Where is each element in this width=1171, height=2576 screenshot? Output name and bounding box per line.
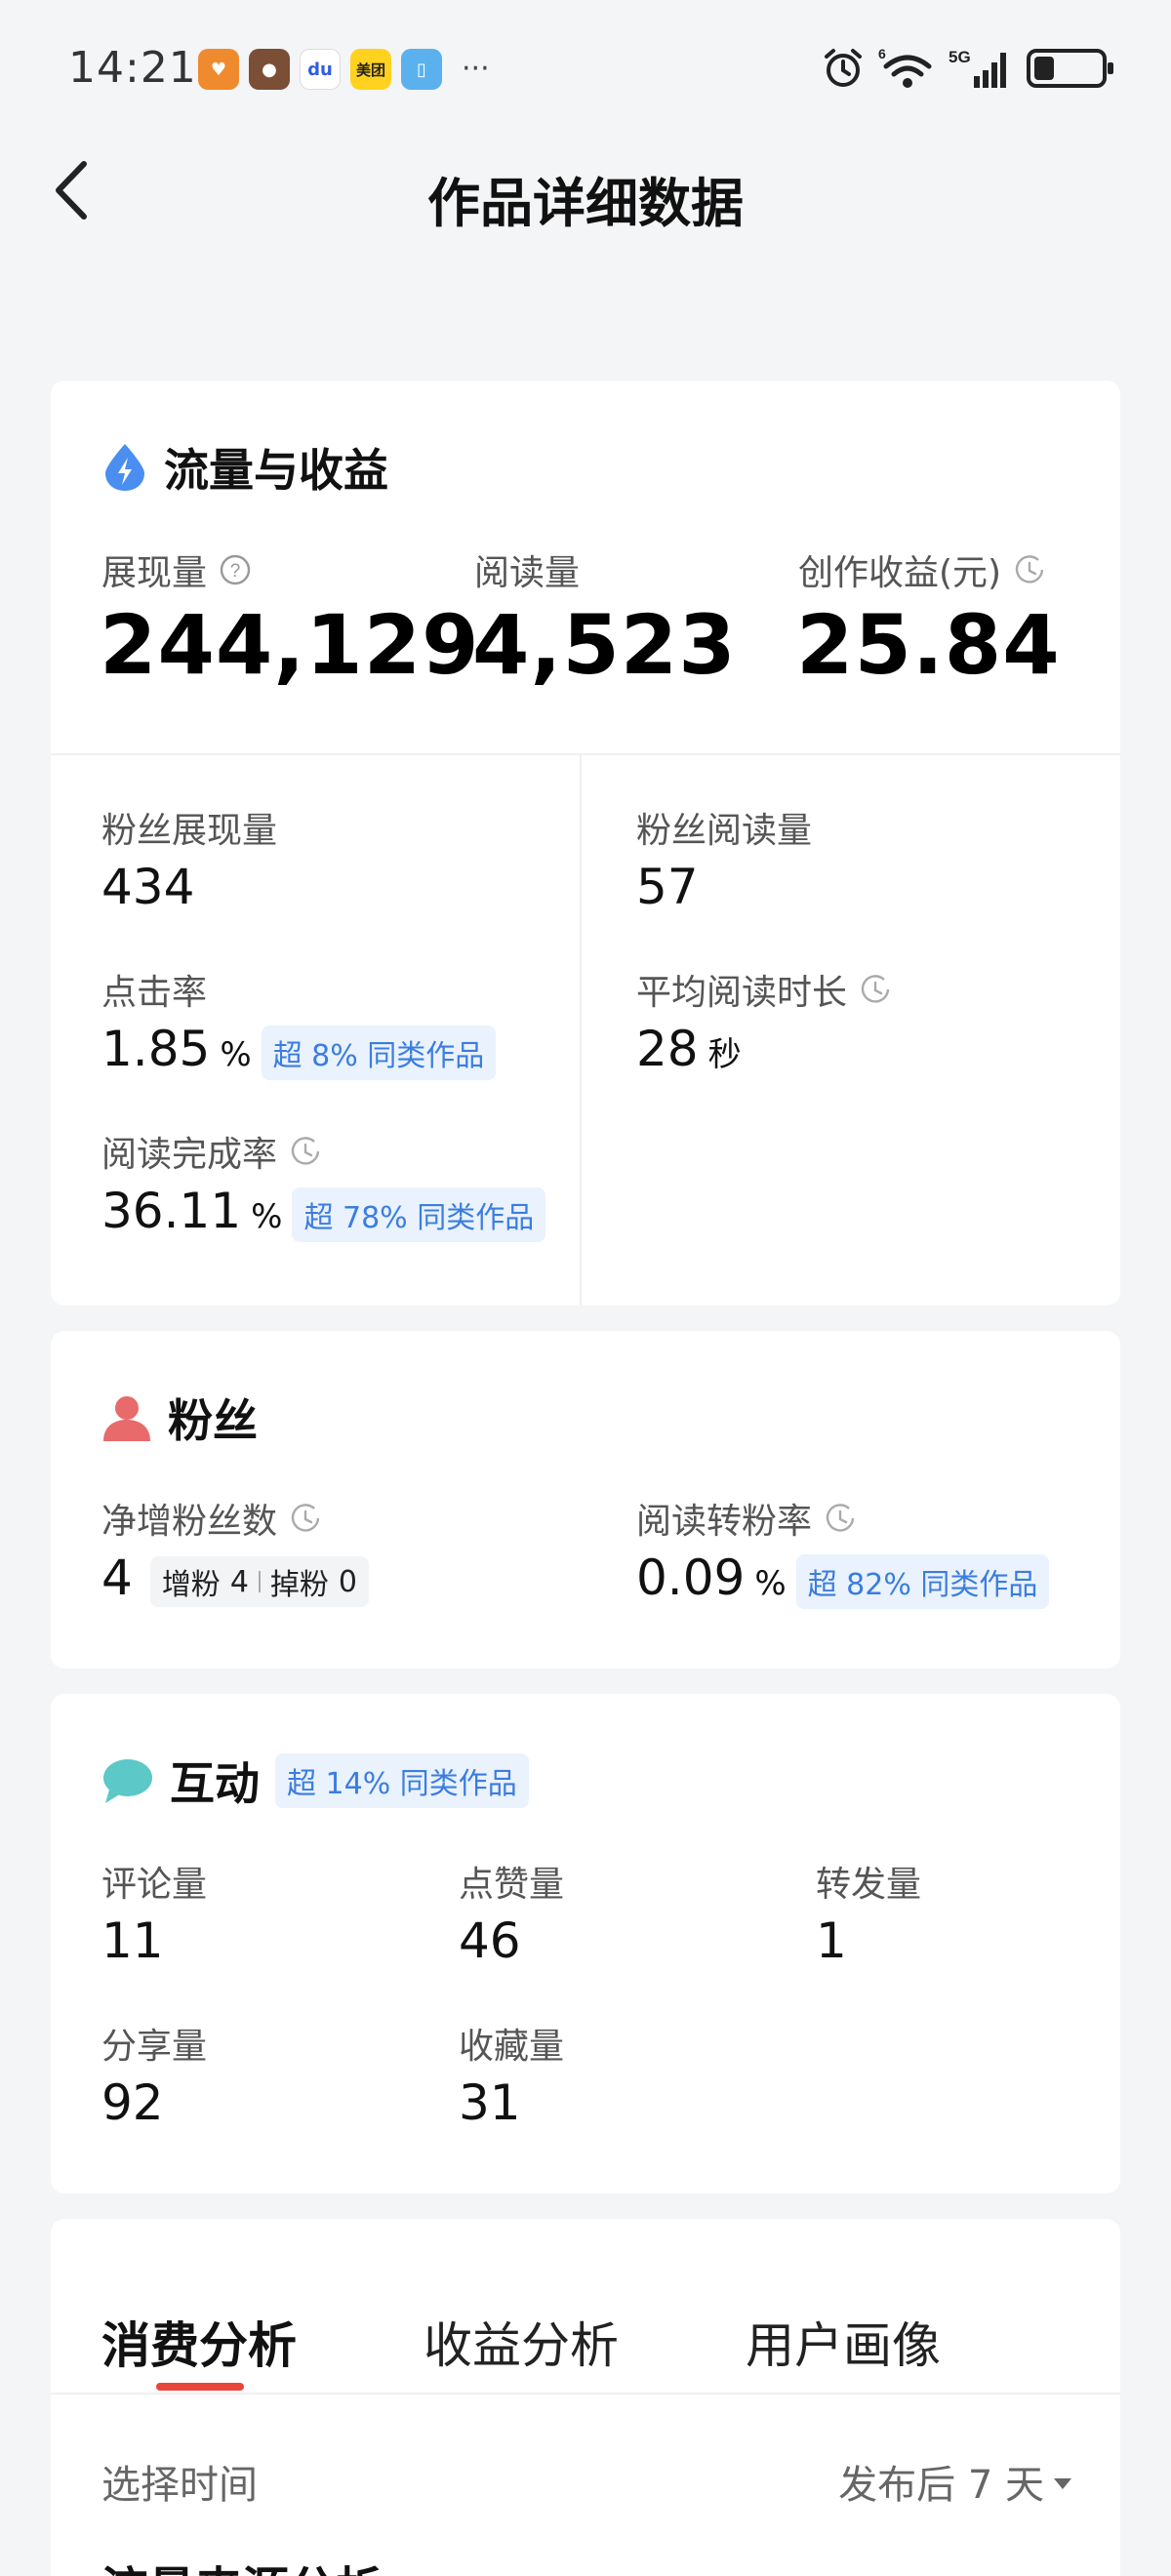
completion-value: 36.11% 超 78% 同类作品 xyxy=(101,1183,546,1242)
favorites-value: 31 xyxy=(459,2074,521,2131)
fan-reads-value: 57 xyxy=(636,859,699,915)
tab-revenue-analysis[interactable]: 收益分析 xyxy=(424,2307,619,2377)
more-notifications-icon: ··· xyxy=(462,52,490,86)
read-to-fan-value: 0.09% 超 82% 同类作品 xyxy=(636,1550,1050,1609)
reposts-label: 转发量 xyxy=(816,1865,922,1905)
svg-text:6: 6 xyxy=(878,47,886,61)
net-fans-label: 净增粉丝数 xyxy=(101,1493,322,1544)
earnings-label: 创作收益(元) xyxy=(798,544,1046,595)
nav-bar: 作品详细数据 xyxy=(0,146,1171,234)
completion-label: 阅读完成率 xyxy=(101,1126,322,1177)
analysis-card: 消费分析 收益分析 用户画像 选择时间 发布后 7 天 流量来源分析 xyxy=(51,2219,1120,2576)
likes-value: 46 xyxy=(459,1912,521,1969)
heart-app-icon: ♥ xyxy=(198,49,239,90)
avg-read-value: 28 秒 xyxy=(636,1021,742,1077)
active-tab-indicator xyxy=(156,2383,244,2391)
ctr-tag: 超 8% 同类作品 xyxy=(261,1026,497,1080)
likes-label: 点赞量 xyxy=(459,1865,565,1905)
analysis-tabs: 消费分析 收益分析 用户画像 xyxy=(101,2307,941,2377)
caret-down-icon xyxy=(1054,2477,1071,2489)
alarm-icon xyxy=(825,49,862,87)
battery-level xyxy=(1034,57,1054,80)
delay-clock-icon xyxy=(291,1137,320,1165)
fans-card: 粉丝 净增粉丝数 4 增粉 4 掉粉 0 阅读转粉率 0.09% 超 82% 同… xyxy=(51,1331,1120,1669)
pill-separator xyxy=(258,1571,261,1592)
impressions-value: 244,129 xyxy=(100,597,480,693)
impressions-label: 展现量 ? xyxy=(101,544,252,595)
wifi-icon: 6 xyxy=(878,47,932,88)
shares-label: 分享量 xyxy=(101,2027,208,2067)
tabs-divider xyxy=(51,2393,1120,2395)
status-indicators: 6 5G xyxy=(822,47,1113,90)
reads-value: 4,523 xyxy=(472,597,737,693)
shares-value: 92 xyxy=(101,2074,164,2131)
read-to-fan-tag: 超 82% 同类作品 xyxy=(795,1554,1050,1609)
fans-gain-loss-pill: 增粉 4 掉粉 0 xyxy=(149,1556,369,1607)
meituan-app-icon: 美团 xyxy=(350,49,391,90)
lightning-drop-icon xyxy=(105,444,144,491)
tab-user-profile[interactable]: 用户画像 xyxy=(746,2307,941,2377)
svg-text:?: ? xyxy=(230,561,241,582)
status-time: 14:21 xyxy=(68,43,197,93)
avg-read-label: 平均阅读时长 xyxy=(636,964,892,1015)
delay-clock-icon xyxy=(861,975,890,1003)
completion-tag: 超 78% 同类作品 xyxy=(292,1187,546,1242)
comments-value: 11 xyxy=(101,1912,164,1969)
ctr-value: 1.85% 超 8% 同类作品 xyxy=(101,1021,497,1080)
page-title: 作品详细数据 xyxy=(427,173,744,234)
delay-clock-icon xyxy=(1015,555,1044,584)
favorites-label: 收藏量 xyxy=(459,2027,565,2067)
fan-impressions-value: 434 xyxy=(101,859,195,915)
status-app-icons: ♥ ● du 美团 ▯ ··· xyxy=(198,49,490,90)
fan-reads-label: 粉丝阅读量 xyxy=(636,811,813,851)
traffic-card-header: 流量与收益 xyxy=(101,435,388,500)
person-icon xyxy=(103,1396,150,1441)
speech-bubble-icon xyxy=(103,1759,152,1803)
reposts-value: 1 xyxy=(816,1912,847,1969)
fans-card-title: 粉丝 xyxy=(168,1394,258,1447)
ctr-label: 点击率 xyxy=(101,973,208,1013)
traffic-card-title: 流量与收益 xyxy=(164,444,388,497)
interaction-card: 互动 超 14% 同类作品 评论量 11 点赞量 46 转发量 1 分享量 92… xyxy=(51,1694,1120,2194)
status-bar: 14:21 ♥ ● du 美团 ▯ ··· 6 5G xyxy=(0,0,1171,137)
game-app-icon: ● xyxy=(249,49,290,90)
net-fans-value: 4 增粉 4 掉粉 0 xyxy=(101,1550,369,1607)
help-icon[interactable]: ? xyxy=(219,553,252,586)
fan-impressions-label: 粉丝展现量 xyxy=(101,811,278,851)
svg-text:5G: 5G xyxy=(949,48,971,66)
baidu-app-icon: du xyxy=(300,49,341,90)
read-to-fan-label: 阅读转粉率 xyxy=(636,1493,857,1544)
interaction-tag: 超 14% 同类作品 xyxy=(275,1753,529,1808)
earnings-value: 25.84 xyxy=(796,597,1061,693)
traffic-divider xyxy=(51,753,1120,755)
time-filter-dropdown[interactable]: 发布后 7 天 xyxy=(838,2453,1071,2510)
reads-label: 阅读量 xyxy=(474,553,581,593)
interaction-card-title: 互动 xyxy=(170,1757,260,1810)
time-filter-label: 选择时间 xyxy=(101,2463,258,2508)
traffic-source-heading: 流量来源分析 xyxy=(101,2551,383,2576)
delay-clock-icon xyxy=(826,1504,855,1532)
traffic-card: 流量与收益 展现量 ? 244,129 阅读量 4,523 创作收益(元) 25… xyxy=(51,381,1120,1306)
comments-label: 评论量 xyxy=(101,1865,208,1905)
book-app-icon: ▯ xyxy=(401,49,442,90)
cellular-signal-icon: 5G xyxy=(949,48,1006,88)
tab-consumption-analysis[interactable]: 消费分析 xyxy=(101,2307,297,2377)
traffic-vertical-divider xyxy=(580,755,582,1306)
battery-icon xyxy=(1027,49,1113,88)
fans-card-header: 粉丝 xyxy=(101,1386,258,1450)
interaction-card-header: 互动 超 14% 同类作品 xyxy=(101,1749,529,1813)
delay-clock-icon xyxy=(291,1504,320,1532)
